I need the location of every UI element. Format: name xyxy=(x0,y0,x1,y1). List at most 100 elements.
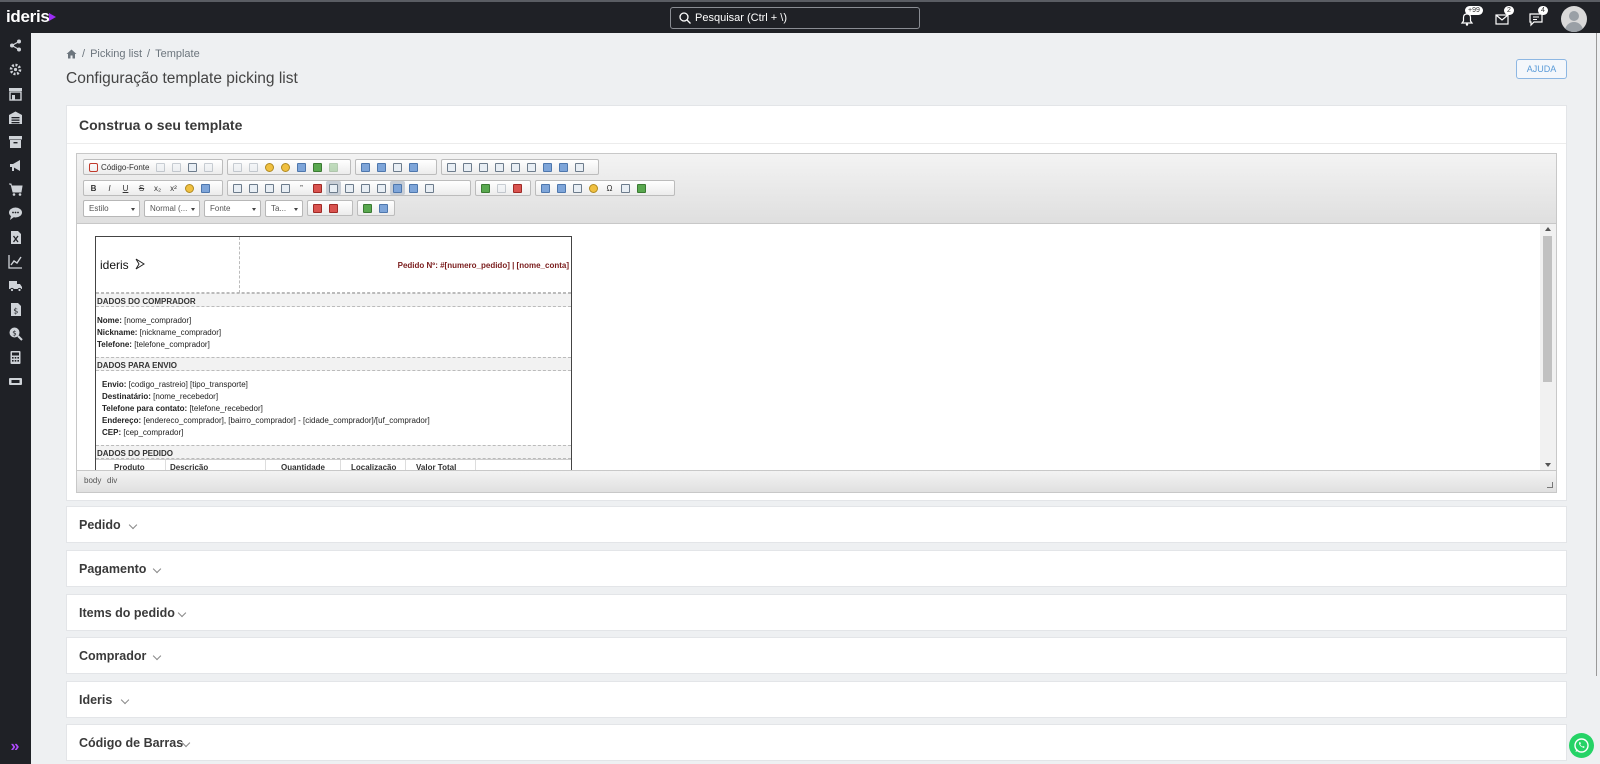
user-avatar[interactable] xyxy=(1561,6,1587,32)
accordion-pagamento[interactable]: Pagamento xyxy=(66,550,1567,587)
sidebar-item-price-search[interactable]: $ xyxy=(4,324,26,342)
paste-text-button[interactable] xyxy=(278,160,293,174)
ltr-button[interactable] xyxy=(390,181,405,195)
text-color-button[interactable] xyxy=(310,201,325,215)
anchor-button[interactable] xyxy=(510,181,525,195)
replace-button[interactable] xyxy=(374,160,389,174)
unlink-button[interactable] xyxy=(494,181,509,195)
element-path-body[interactable]: body xyxy=(84,476,101,485)
double-chevron-right-icon[interactable]: » xyxy=(4,738,26,756)
bold-button[interactable]: B xyxy=(86,181,101,195)
select-field-button[interactable] xyxy=(524,160,539,174)
find-button[interactable] xyxy=(358,160,373,174)
sidebar-item-messages[interactable] xyxy=(4,204,26,222)
iframe-button[interactable] xyxy=(634,181,649,195)
select-all-button[interactable] xyxy=(390,160,405,174)
sidebar-item-reports[interactable] xyxy=(4,252,26,270)
sidebar-item-integrations[interactable] xyxy=(4,36,26,54)
sidebar-item-store[interactable] xyxy=(4,84,26,102)
textarea-button[interactable] xyxy=(508,160,523,174)
sidebar-item-marketing[interactable] xyxy=(4,156,26,174)
font-size-select[interactable]: Ta... xyxy=(265,200,303,217)
format-select[interactable]: Normal (... xyxy=(144,200,200,217)
form-button[interactable] xyxy=(444,160,459,174)
templates-button[interactable] xyxy=(201,160,216,174)
sidebar-item-tickets[interactable] xyxy=(4,372,26,390)
show-blocks-button[interactable] xyxy=(376,201,391,215)
undo-button[interactable] xyxy=(310,160,325,174)
special-char-button[interactable]: Ω xyxy=(602,181,617,195)
page-break-button[interactable] xyxy=(618,181,633,195)
preview-button[interactable] xyxy=(169,160,184,174)
numbered-list-button[interactable] xyxy=(230,181,245,195)
paste-word-button[interactable] xyxy=(294,160,309,174)
italic-button[interactable]: I xyxy=(102,181,117,195)
link-button[interactable] xyxy=(478,181,493,195)
radio-button[interactable] xyxy=(476,160,491,174)
strike-button[interactable]: S xyxy=(134,181,149,195)
blockquote-button[interactable]: ” xyxy=(294,181,309,195)
style-select[interactable]: Estilo xyxy=(83,200,140,217)
superscript-button[interactable]: x² xyxy=(166,181,181,195)
checkbox-button[interactable] xyxy=(460,160,475,174)
image-button[interactable] xyxy=(538,181,553,195)
align-center-button[interactable] xyxy=(342,181,357,195)
subscript-button[interactable]: x₂ xyxy=(150,181,165,195)
print-button[interactable] xyxy=(185,160,200,174)
sidebar-item-finance[interactable]: $ xyxy=(4,300,26,318)
paste-button[interactable] xyxy=(262,160,277,174)
font-select[interactable]: Fonte xyxy=(204,200,261,217)
table-button[interactable] xyxy=(554,181,569,195)
underline-button[interactable]: U xyxy=(118,181,133,195)
editor-scrollbar[interactable] xyxy=(1540,224,1556,470)
remove-format-button[interactable] xyxy=(198,181,213,195)
rtl-button[interactable] xyxy=(406,181,421,195)
source-code-button[interactable]: Código-Fonte xyxy=(86,162,152,172)
horizontal-line-button[interactable] xyxy=(570,181,585,195)
language-button[interactable] xyxy=(422,181,437,195)
align-right-button[interactable] xyxy=(358,181,373,195)
new-page-button[interactable] xyxy=(153,160,168,174)
smiley-button[interactable] xyxy=(586,181,601,195)
sidebar-item-shipping[interactable] xyxy=(4,276,26,294)
sidebar-item-settings[interactable] xyxy=(4,60,26,78)
textfield-button[interactable] xyxy=(492,160,507,174)
accordion-ideris[interactable]: Ideris xyxy=(66,681,1567,718)
form-button-button[interactable] xyxy=(540,160,555,174)
cut-button[interactable] xyxy=(230,160,245,174)
image-button-button[interactable] xyxy=(556,160,571,174)
whatsapp-icon[interactable] xyxy=(1569,733,1594,758)
sidebar-item-products[interactable] xyxy=(4,132,26,150)
outdent-button[interactable] xyxy=(262,181,277,195)
sidebar-item-calculator[interactable] xyxy=(4,348,26,366)
bulleted-list-button[interactable] xyxy=(246,181,261,195)
global-search-input[interactable]: Pesquisar (Ctrl + \) xyxy=(670,7,920,29)
scrollbar-thumb[interactable] xyxy=(1543,236,1552,382)
indent-button[interactable] xyxy=(278,181,293,195)
accordion-comprador[interactable]: Comprador xyxy=(66,637,1567,674)
create-div-button[interactable] xyxy=(310,181,325,195)
hidden-field-button[interactable] xyxy=(572,160,587,174)
editor-content-area[interactable]: ideris Pedido Nº: #[numero_pedido] | [no… xyxy=(77,224,1540,470)
sidebar-item-spreadsheets[interactable] xyxy=(4,228,26,246)
spellcheck-button[interactable] xyxy=(406,160,421,174)
maximize-button[interactable] xyxy=(360,201,375,215)
align-left-button[interactable] xyxy=(326,181,341,195)
sidebar-item-warehouse[interactable] xyxy=(4,108,26,126)
accordion-pedido[interactable]: Pedido xyxy=(66,506,1567,543)
sidebar-item-orders[interactable] xyxy=(4,180,26,198)
copy-format-button[interactable] xyxy=(182,181,197,195)
scroll-up-icon[interactable] xyxy=(1545,227,1551,231)
home-icon[interactable] xyxy=(66,49,77,59)
page-scrollbar[interactable] xyxy=(1596,33,1597,676)
app-logo[interactable]: ideris xyxy=(6,7,50,27)
element-path-div[interactable]: div xyxy=(107,476,117,485)
help-button[interactable]: AJUDA xyxy=(1516,59,1567,79)
accordion-codigo-de-barras[interactable]: Código de Barras xyxy=(66,724,1567,761)
scroll-down-icon[interactable] xyxy=(1545,463,1551,467)
resize-handle-icon[interactable] xyxy=(1547,482,1553,488)
justify-button[interactable] xyxy=(374,181,389,195)
breadcrumb-picking-list[interactable]: Picking list xyxy=(90,48,142,60)
copy-button[interactable] xyxy=(246,160,261,174)
redo-button[interactable] xyxy=(326,160,341,174)
